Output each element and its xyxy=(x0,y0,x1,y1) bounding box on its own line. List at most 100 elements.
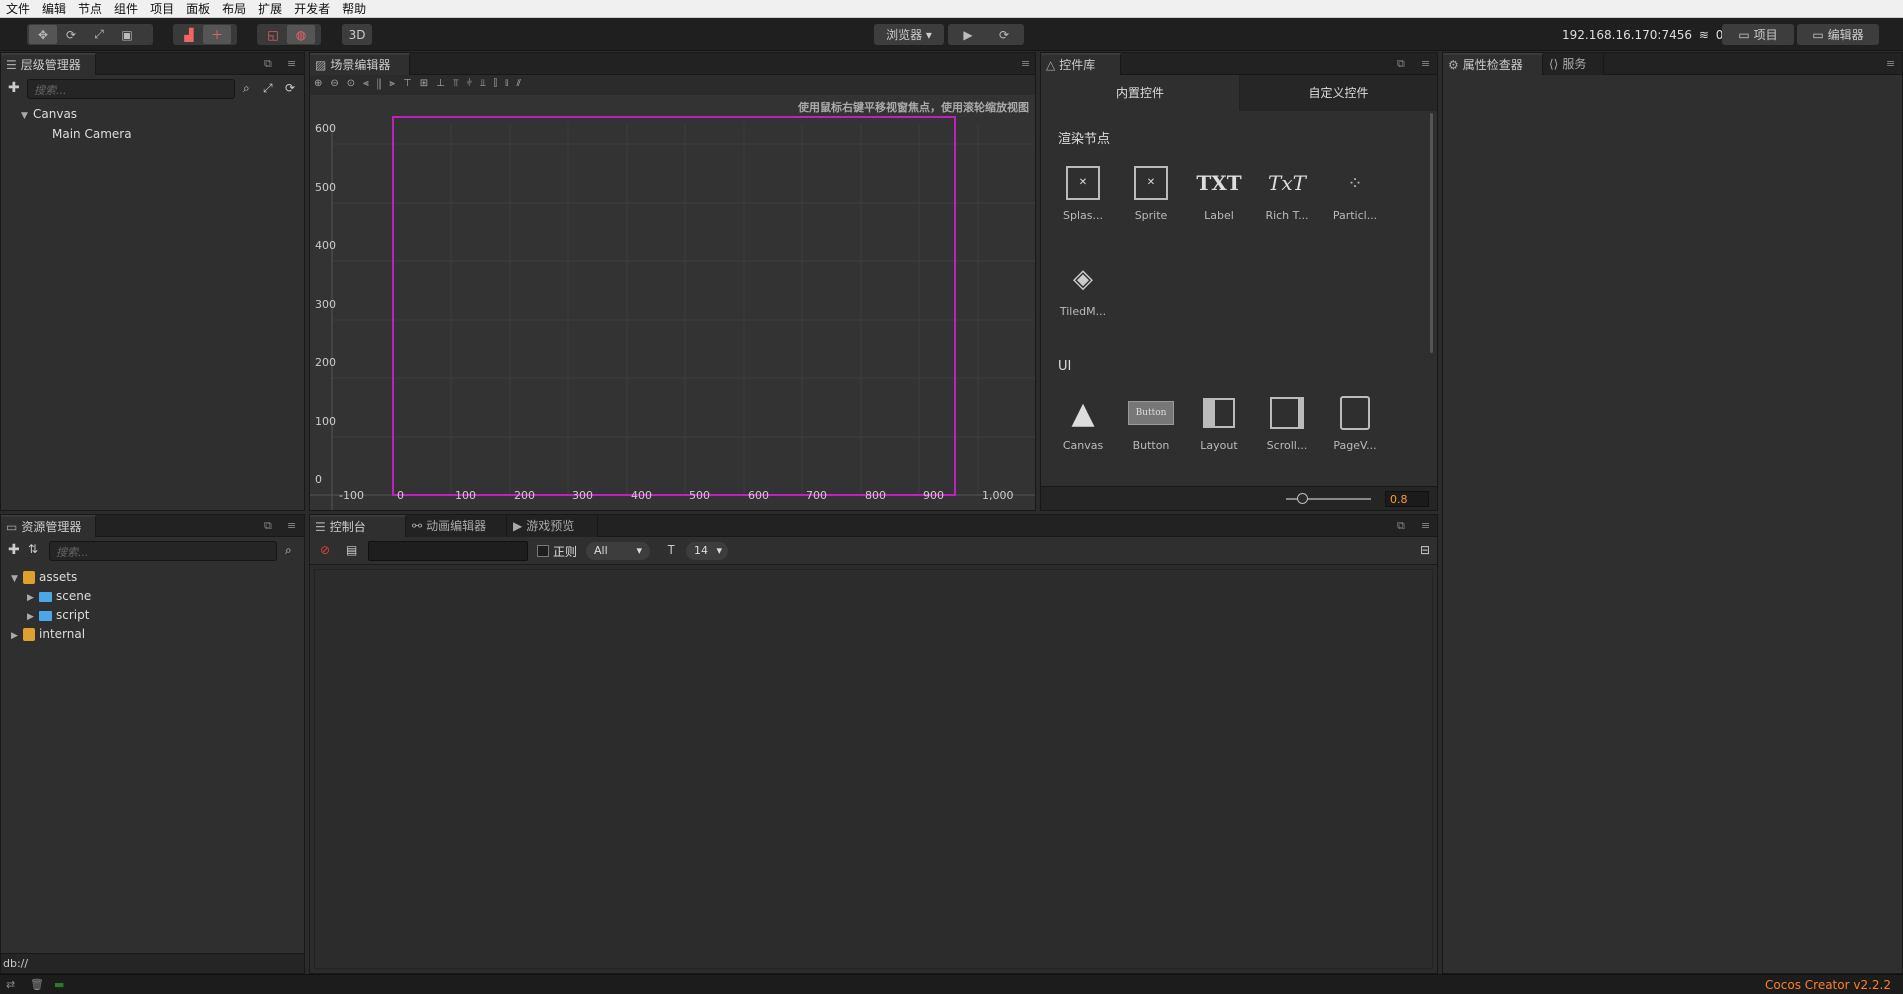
rect-tool-button[interactable]: ▣ xyxy=(113,25,141,44)
play-button[interactable]: ▶ xyxy=(950,25,986,44)
menu-edit[interactable]: 编辑 xyxy=(36,0,72,18)
assets-search-input[interactable]: 搜索... xyxy=(49,541,277,561)
collapse-icon[interactable]: ⊟ xyxy=(1420,543,1430,557)
asset-internal[interactable]: ▶ internal xyxy=(11,625,85,644)
asset-assets[interactable]: ▼ assets xyxy=(11,568,77,587)
move-tool-button[interactable]: ✥ xyxy=(29,25,57,44)
widget-splash[interactable]: ✕ Splas... xyxy=(1053,163,1113,222)
align-left-icon[interactable]: ⫷ xyxy=(363,78,377,89)
asset-script[interactable]: ▶ script xyxy=(27,606,89,625)
widget-particle[interactable]: ⁘ Particl... xyxy=(1325,163,1385,223)
widget-label[interactable]: TXT Label xyxy=(1189,163,1249,222)
tab-builtin-widgets[interactable]: 内置控件 xyxy=(1041,75,1239,111)
font-size-select[interactable]: 14 ▾ xyxy=(686,542,728,560)
sort-icon[interactable]: ⇅ xyxy=(28,542,38,556)
menu-file[interactable]: 文件 xyxy=(0,0,36,18)
add-asset-icon[interactable]: ✚ xyxy=(8,542,20,558)
scene-viewport[interactable] xyxy=(310,95,1035,510)
align-vcenter-icon[interactable]: ⊞ xyxy=(420,78,436,89)
widget-scrollbar[interactable] xyxy=(1430,113,1433,353)
widget-button[interactable]: Button Button xyxy=(1121,393,1181,452)
global-button[interactable]: ◍ xyxy=(287,25,315,44)
menu-component[interactable]: 组件 xyxy=(108,0,144,18)
widget-richtext[interactable]: TxT Rich T... xyxy=(1257,163,1317,222)
menu-developer[interactable]: 开发者 xyxy=(288,0,336,18)
panel-menu-icon[interactable]: ≡ xyxy=(1421,519,1430,532)
distribute-vcenter-icon[interactable]: ⫩ xyxy=(467,78,481,89)
sync-icon[interactable]: ⇄ xyxy=(6,978,15,991)
widget-canvas[interactable]: ▲ Canvas xyxy=(1053,393,1113,453)
menu-layout[interactable]: 布局 xyxy=(216,0,252,18)
regex-checkbox[interactable] xyxy=(537,545,549,557)
widget-scrollview[interactable]: Scroll... xyxy=(1257,393,1317,452)
center-button[interactable]: ＋ xyxy=(203,25,231,44)
hierarchy-search-input[interactable]: 搜索... xyxy=(27,79,235,99)
panel-menu-icon[interactable]: ≡ xyxy=(287,57,296,70)
open-log-icon[interactable]: ▤ xyxy=(346,543,357,557)
rotate-tool-button[interactable]: ⟳ xyxy=(57,25,85,44)
panel-menu-icon[interactable]: ≡ xyxy=(287,519,296,532)
zoom-in-icon[interactable]: ⊕ xyxy=(314,78,330,89)
log-level-select[interactable]: All ▾ xyxy=(586,542,650,560)
distribute-right-icon[interactable]: ⫽ xyxy=(516,78,528,89)
mode-3d-button[interactable]: 3D xyxy=(342,24,372,45)
popout-icon[interactable]: ⧉ xyxy=(264,519,272,533)
widget-layout[interactable]: Layout xyxy=(1189,393,1249,452)
clear-icon[interactable]: ⊘ xyxy=(320,543,330,557)
tab-animation-editor[interactable]: ⚯ 动画编辑器 xyxy=(407,515,507,537)
popout-icon[interactable]: ⧉ xyxy=(264,57,272,71)
scale-tool-button[interactable]: ⤢ xyxy=(85,25,113,44)
menu-node[interactable]: 节点 xyxy=(72,0,108,18)
distribute-top-icon[interactable]: ⫪ xyxy=(453,78,467,89)
tab-scene[interactable]: ▨ 场景编辑器 xyxy=(310,53,410,75)
distribute-bottom-icon[interactable]: ⫫ xyxy=(480,78,494,89)
zoom-out-icon[interactable]: ⊖ xyxy=(330,78,346,89)
panel-menu-icon[interactable]: ≡ xyxy=(1886,57,1895,70)
tab-inspector[interactable]: ⚙ 属性检查器 xyxy=(1443,53,1543,75)
tab-service[interactable]: ⟨⟩ 服务 xyxy=(1544,53,1604,75)
align-right-icon[interactable]: ⫸ xyxy=(389,78,403,89)
console-log-area[interactable] xyxy=(314,569,1433,969)
slider-handle[interactable] xyxy=(1297,493,1308,504)
menu-extend[interactable]: 扩展 xyxy=(252,0,288,18)
tab-hierarchy[interactable]: ☰ 层级管理器 xyxy=(1,53,96,75)
browser-select[interactable]: 浏览器 ▾ xyxy=(874,24,944,45)
add-node-icon[interactable]: ✚ xyxy=(8,80,20,96)
pivot-button[interactable]: ▟ xyxy=(175,25,203,44)
icon-size-value[interactable]: 0.8 xyxy=(1385,491,1429,507)
align-bottom-icon[interactable]: ⊥ xyxy=(436,78,453,89)
menu-panel[interactable]: 面板 xyxy=(180,0,216,18)
local-button[interactable]: ◱ xyxy=(259,25,287,44)
menu-help[interactable]: 帮助 xyxy=(336,0,372,18)
tab-custom-widgets[interactable]: 自定义控件 xyxy=(1240,75,1437,111)
project-button[interactable]: ▭ 项目 xyxy=(1722,24,1794,45)
refresh-button[interactable]: ⟳ xyxy=(986,25,1022,44)
popout-icon[interactable]: ⧉ xyxy=(1397,57,1405,71)
panel-menu-icon[interactable]: ≡ xyxy=(1021,57,1030,70)
asset-scene[interactable]: ▶ scene xyxy=(27,587,91,606)
tree-node-main-camera[interactable]: Main Camera xyxy=(52,125,132,144)
tab-game-preview[interactable]: ▶ 游戏预览 xyxy=(508,515,598,537)
console-filter-input[interactable] xyxy=(368,541,528,561)
refresh-icon[interactable]: ⟳ xyxy=(285,81,295,95)
search-icon[interactable]: ⌕ xyxy=(243,81,250,96)
distribute-hcenter-icon[interactable]: ⫾ xyxy=(505,78,516,89)
align-top-icon[interactable]: ⊤ xyxy=(403,78,420,89)
align-hcenter-icon[interactable]: ⫼ xyxy=(377,78,390,89)
widget-tiledmap[interactable]: ◈ TiledM... xyxy=(1053,259,1113,318)
trash-icon[interactable]: 🗑 xyxy=(30,978,44,991)
tab-console[interactable]: ☰ 控制台 xyxy=(310,515,406,537)
tab-widgets[interactable]: △ 控件库 xyxy=(1041,53,1121,75)
tab-assets[interactable]: ▭ 资源管理器 xyxy=(1,515,96,537)
expand-icon[interactable]: ⤢ xyxy=(263,81,273,96)
editor-button[interactable]: ▭ 编辑器 xyxy=(1797,24,1879,45)
menu-project[interactable]: 项目 xyxy=(144,0,180,18)
zoom-reset-icon[interactable]: ⊙ xyxy=(347,78,363,89)
tree-node-canvas[interactable]: ▼ Canvas xyxy=(21,105,77,124)
widget-sprite[interactable]: ✕ Sprite xyxy=(1121,163,1181,222)
panel-menu-icon[interactable]: ≡ xyxy=(1421,57,1430,70)
widget-pageview[interactable]: PageV... xyxy=(1325,393,1385,452)
search-icon[interactable]: ⌕ xyxy=(285,543,292,558)
distribute-left-icon[interactable]: ⫿ xyxy=(494,78,505,89)
popout-icon[interactable]: ⧉ xyxy=(1397,519,1405,533)
